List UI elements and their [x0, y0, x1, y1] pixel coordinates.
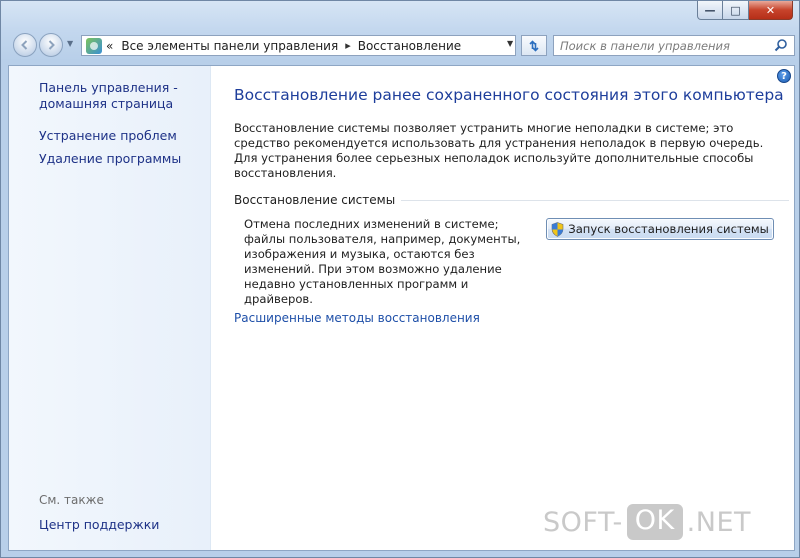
refresh-icon	[529, 39, 539, 52]
sidebar: Панель управления - домашняя страница Ус…	[9, 66, 211, 550]
watermark-right: .NET	[686, 506, 752, 538]
intro-text: Восстановление системы позволяет устрани…	[234, 121, 764, 180]
address-bar[interactable]: « Все элементы панели управления ▸ Восст…	[81, 35, 516, 56]
search-input[interactable]	[560, 38, 770, 53]
search-icon[interactable]	[774, 38, 788, 52]
sidebar-item-control-panel-home[interactable]: Панель управления - домашняя страница	[39, 80, 178, 112]
breadcrumb-arrow-icon[interactable]: ▸	[345, 39, 351, 52]
sidebar-item-troubleshooting[interactable]: Устранение проблем	[39, 128, 177, 144]
advanced-recovery-link[interactable]: Расширенные методы восстановления	[234, 311, 480, 325]
breadcrumb-all-items[interactable]: Все элементы панели управления	[121, 39, 338, 53]
minimize-button[interactable]: —	[697, 1, 723, 20]
watermark-left: SOFT-	[543, 506, 623, 538]
arrow-right-icon	[48, 40, 55, 50]
system-restore-section-header: Восстановление системы	[234, 193, 789, 207]
page-title: Восстановление ранее сохраненного состоя…	[234, 86, 784, 104]
sidebar-home-line1: Панель управления -	[39, 80, 178, 95]
help-icon[interactable]: ?	[777, 69, 791, 83]
site-watermark: SOFT- OK .NET	[543, 504, 751, 540]
refresh-button[interactable]	[521, 35, 547, 56]
back-button[interactable]	[13, 33, 37, 57]
app-window: — □ ✕ ▼ « Все элементы панели управления…	[0, 0, 800, 558]
control-panel-icon	[86, 37, 102, 54]
address-dropdown-icon[interactable]: ▼	[507, 39, 513, 48]
main-panel: ? Восстановление ранее сохраненного сост…	[211, 66, 794, 550]
restore-button-label: Запуск восстановления системы	[568, 222, 769, 236]
history-dropdown-icon[interactable]: ▼	[67, 39, 73, 48]
start-system-restore-button[interactable]: Запуск восстановления системы	[546, 218, 774, 240]
section-title: Восстановление системы	[234, 193, 396, 207]
uac-shield-icon	[551, 221, 564, 237]
breadcrumb-recovery[interactable]: Восстановление	[358, 39, 461, 53]
navigation-bar: ▼ « Все элементы панели управления ▸ Вос…	[1, 29, 800, 61]
sidebar-item-action-center[interactable]: Центр поддержки	[39, 517, 159, 533]
sidebar-item-uninstall-program[interactable]: Удаление программы	[39, 151, 181, 167]
arrow-left-icon	[21, 40, 28, 50]
maximize-button[interactable]: □	[723, 1, 749, 20]
search-box[interactable]	[553, 35, 795, 56]
sidebar-home-line2: домашняя страница	[39, 96, 174, 111]
section-divider	[401, 199, 789, 201]
close-button[interactable]: ✕	[749, 1, 793, 20]
caption-buttons: — □ ✕	[697, 1, 793, 21]
see-also-heading: См. также	[39, 493, 104, 507]
restore-description: Отмена последних изменений в системе; фа…	[244, 217, 521, 306]
forward-button[interactable]	[39, 33, 63, 57]
watermark-ok-box: OK	[626, 504, 683, 540]
breadcrumb-overflow[interactable]: «	[106, 39, 113, 53]
content-area: Панель управления - домашняя страница Ус…	[8, 65, 795, 551]
